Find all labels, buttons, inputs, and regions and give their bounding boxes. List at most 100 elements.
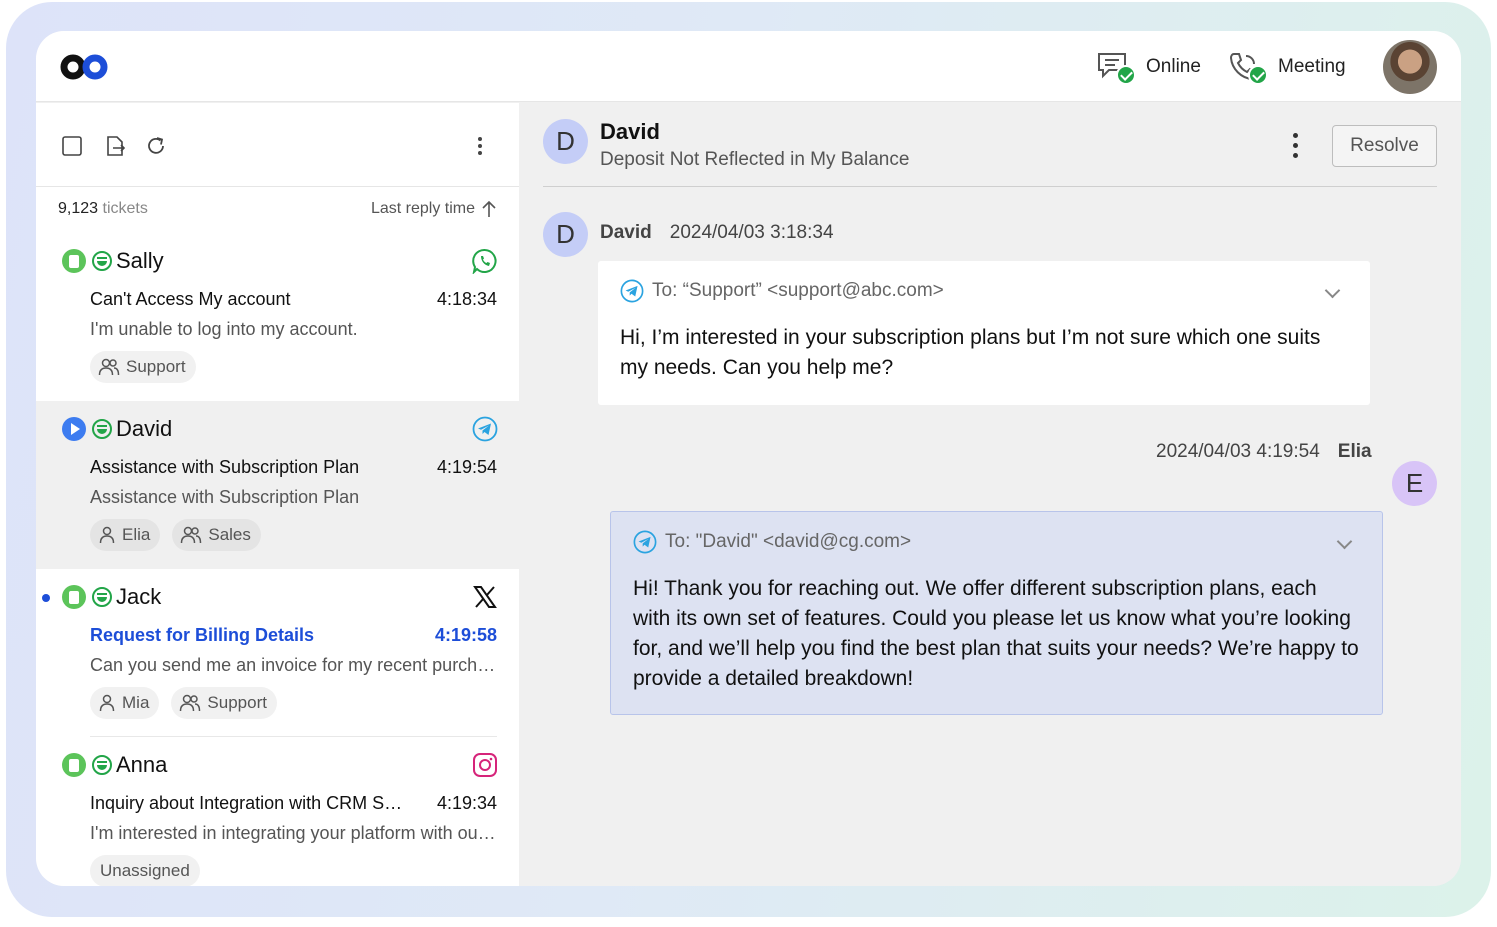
select-all-checkbox[interactable]: [61, 135, 83, 157]
check-badge-icon: [1116, 65, 1136, 85]
more-options-icon[interactable]: [469, 135, 491, 157]
ticket-item[interactable]: Sally Can't Access My account 4:18:34 I'…: [36, 233, 519, 401]
message-line: Hi! Thank you for reaching out. We offer…: [633, 577, 1317, 600]
message-recipient: To: "David" <david@cg.com>: [633, 530, 911, 554]
tag-label: Unassigned: [100, 861, 190, 880]
avatar-letter: D: [556, 219, 575, 249]
avatar-letter: E: [1405, 468, 1424, 498]
message-line: for, and we’ll help you find the best pl…: [633, 637, 1359, 660]
message-body: Hi! Thank you for reaching out. We offer…: [633, 574, 1359, 694]
helpdesk-app: Online Meeting 9,123 tickets Last reply …: [36, 31, 1461, 886]
open-status-icon: [62, 753, 86, 777]
tag-label: Elia: [122, 525, 151, 544]
ticket-preview: Can you send me an invoice for my recent…: [90, 655, 498, 675]
unassigned-tag: Unassigned: [90, 855, 200, 886]
ticket-time: 4:19:34: [436, 793, 497, 813]
message-body: Hi, I’m interested in your subscription …: [620, 323, 1320, 383]
team-tag: Sales: [172, 519, 261, 551]
ticket-preview: I'm interested in integrating your platf…: [90, 823, 498, 843]
ticket-header: David: [62, 415, 172, 443]
ticket-preview: Assistance with Subscription Plan: [90, 487, 360, 507]
ticket-count-number: 9,123: [58, 200, 99, 217]
agent-avatar: E: [1392, 461, 1437, 506]
user-avatar[interactable]: [1383, 40, 1437, 94]
chevron-down-icon[interactable]: [1336, 533, 1353, 550]
tag-label: Mia: [122, 693, 150, 712]
ticket-tags: Unassigned: [90, 855, 200, 886]
ticket-item-selected[interactable]: David Assistance with Subscription Plan …: [36, 401, 519, 569]
message-sender: Elia: [1337, 441, 1372, 462]
ticket-header: Jack: [62, 583, 161, 611]
person-icon: [99, 694, 115, 712]
whatsapp-icon: [472, 248, 497, 274]
avatar-letter: D: [556, 126, 575, 156]
conversation-more-icon[interactable]: [1293, 133, 1299, 159]
customer-avatar: D: [543, 119, 588, 164]
chevron-down-icon[interactable]: [1324, 282, 1341, 299]
group-icon: [180, 694, 201, 712]
ticket-subject: Can't Access My account: [90, 289, 291, 309]
conversation-panel: D David Deposit Not Reflected in My Bala…: [519, 103, 1461, 886]
message-meta: David 2024/04/03 3:18:34: [600, 222, 834, 244]
message-meta: 2024/04/03 4:19:54 Elia: [1156, 441, 1372, 463]
agent-tag: Elia: [90, 519, 161, 551]
telegram-icon: [620, 279, 644, 303]
telegram-icon: [633, 530, 657, 554]
tag-label: Sales: [208, 525, 251, 544]
recipient-text: To: “Support” <support@abc.com>: [652, 280, 944, 301]
ticket-item-unread[interactable]: Jack Request for Billing Details 4:19:58…: [36, 569, 519, 737]
sender-avatar: D: [543, 212, 588, 257]
ticket-subject: Request for Billing Details: [90, 625, 315, 645]
message-line: my needs. Can you help me?: [620, 356, 894, 379]
ticket-tags: Mia Support: [90, 687, 277, 719]
x-icon: [473, 586, 497, 608]
conversation-subject: Deposit Not Reflected in My Balance: [600, 149, 910, 170]
team-tag: Support: [171, 687, 277, 719]
message-line: with its own set of features. Could you …: [633, 607, 1351, 630]
sentiment-happy-icon: [92, 587, 112, 607]
sentiment-happy-icon: [92, 755, 112, 775]
ticket-time: 4:19:58: [434, 625, 497, 645]
ticket-customer-name: Anna: [116, 752, 168, 777]
open-status-icon: [62, 249, 86, 273]
ticket-customer-name: David: [116, 416, 173, 441]
message-sender: David: [600, 222, 652, 243]
unread-indicator: [42, 594, 50, 602]
sentiment-happy-icon: [92, 419, 112, 439]
outgoing-message-bubble: To: "David" <david@cg.com> Hi! Thank you…: [610, 511, 1383, 715]
online-status-toggle[interactable]: Online: [1096, 51, 1201, 85]
ticket-header: Sally: [62, 247, 164, 275]
meeting-status-toggle[interactable]: Meeting: [1228, 51, 1346, 85]
resolve-button[interactable]: Resolve: [1332, 125, 1437, 167]
agent-tag: Mia: [90, 687, 160, 719]
telegram-icon: [472, 416, 498, 442]
top-bar: Online Meeting: [36, 31, 1461, 102]
meeting-status-label: Meeting: [1278, 56, 1346, 77]
ticket-customer-name: Jack: [116, 584, 162, 609]
message-line: provide a detailed breakdown!: [633, 667, 914, 690]
sort-control[interactable]: Last reply time: [371, 200, 497, 218]
brand-logo: [60, 54, 108, 80]
open-status-icon: [62, 585, 86, 609]
message-recipient: To: “Support” <support@abc.com>: [620, 279, 944, 303]
message-timestamp: 2024/04/03 3:18:34: [669, 222, 834, 243]
ticket-tags: Support: [90, 351, 196, 383]
ticket-list-panel: 9,123 tickets Last reply time Sally Can': [36, 103, 519, 886]
message-timestamp: 2024/04/03 4:19:54: [1156, 441, 1320, 462]
tag-label: Support: [126, 357, 186, 376]
person-icon: [99, 526, 115, 544]
online-status-label: Online: [1146, 56, 1201, 77]
refresh-icon[interactable]: [145, 135, 167, 157]
check-badge-icon: [1248, 65, 1268, 85]
conversation-customer-name: David: [600, 119, 660, 144]
ticket-count: 9,123 tickets: [58, 200, 148, 218]
incoming-message-bubble: To: “Support” <support@abc.com> Hi, I’m …: [598, 261, 1370, 405]
export-icon[interactable]: [104, 135, 126, 157]
group-icon: [181, 526, 202, 544]
ticket-item[interactable]: Anna Inquiry about Integration with CRM …: [36, 737, 519, 886]
ticket-subject: Assistance with Subscription Plan: [90, 457, 360, 477]
instagram-icon: [473, 753, 497, 777]
team-tag: Support: [90, 351, 196, 383]
conversation-header: D David Deposit Not Reflected in My Bala…: [543, 103, 1437, 187]
ticket-preview: I'm unable to log into my account.: [90, 319, 358, 339]
